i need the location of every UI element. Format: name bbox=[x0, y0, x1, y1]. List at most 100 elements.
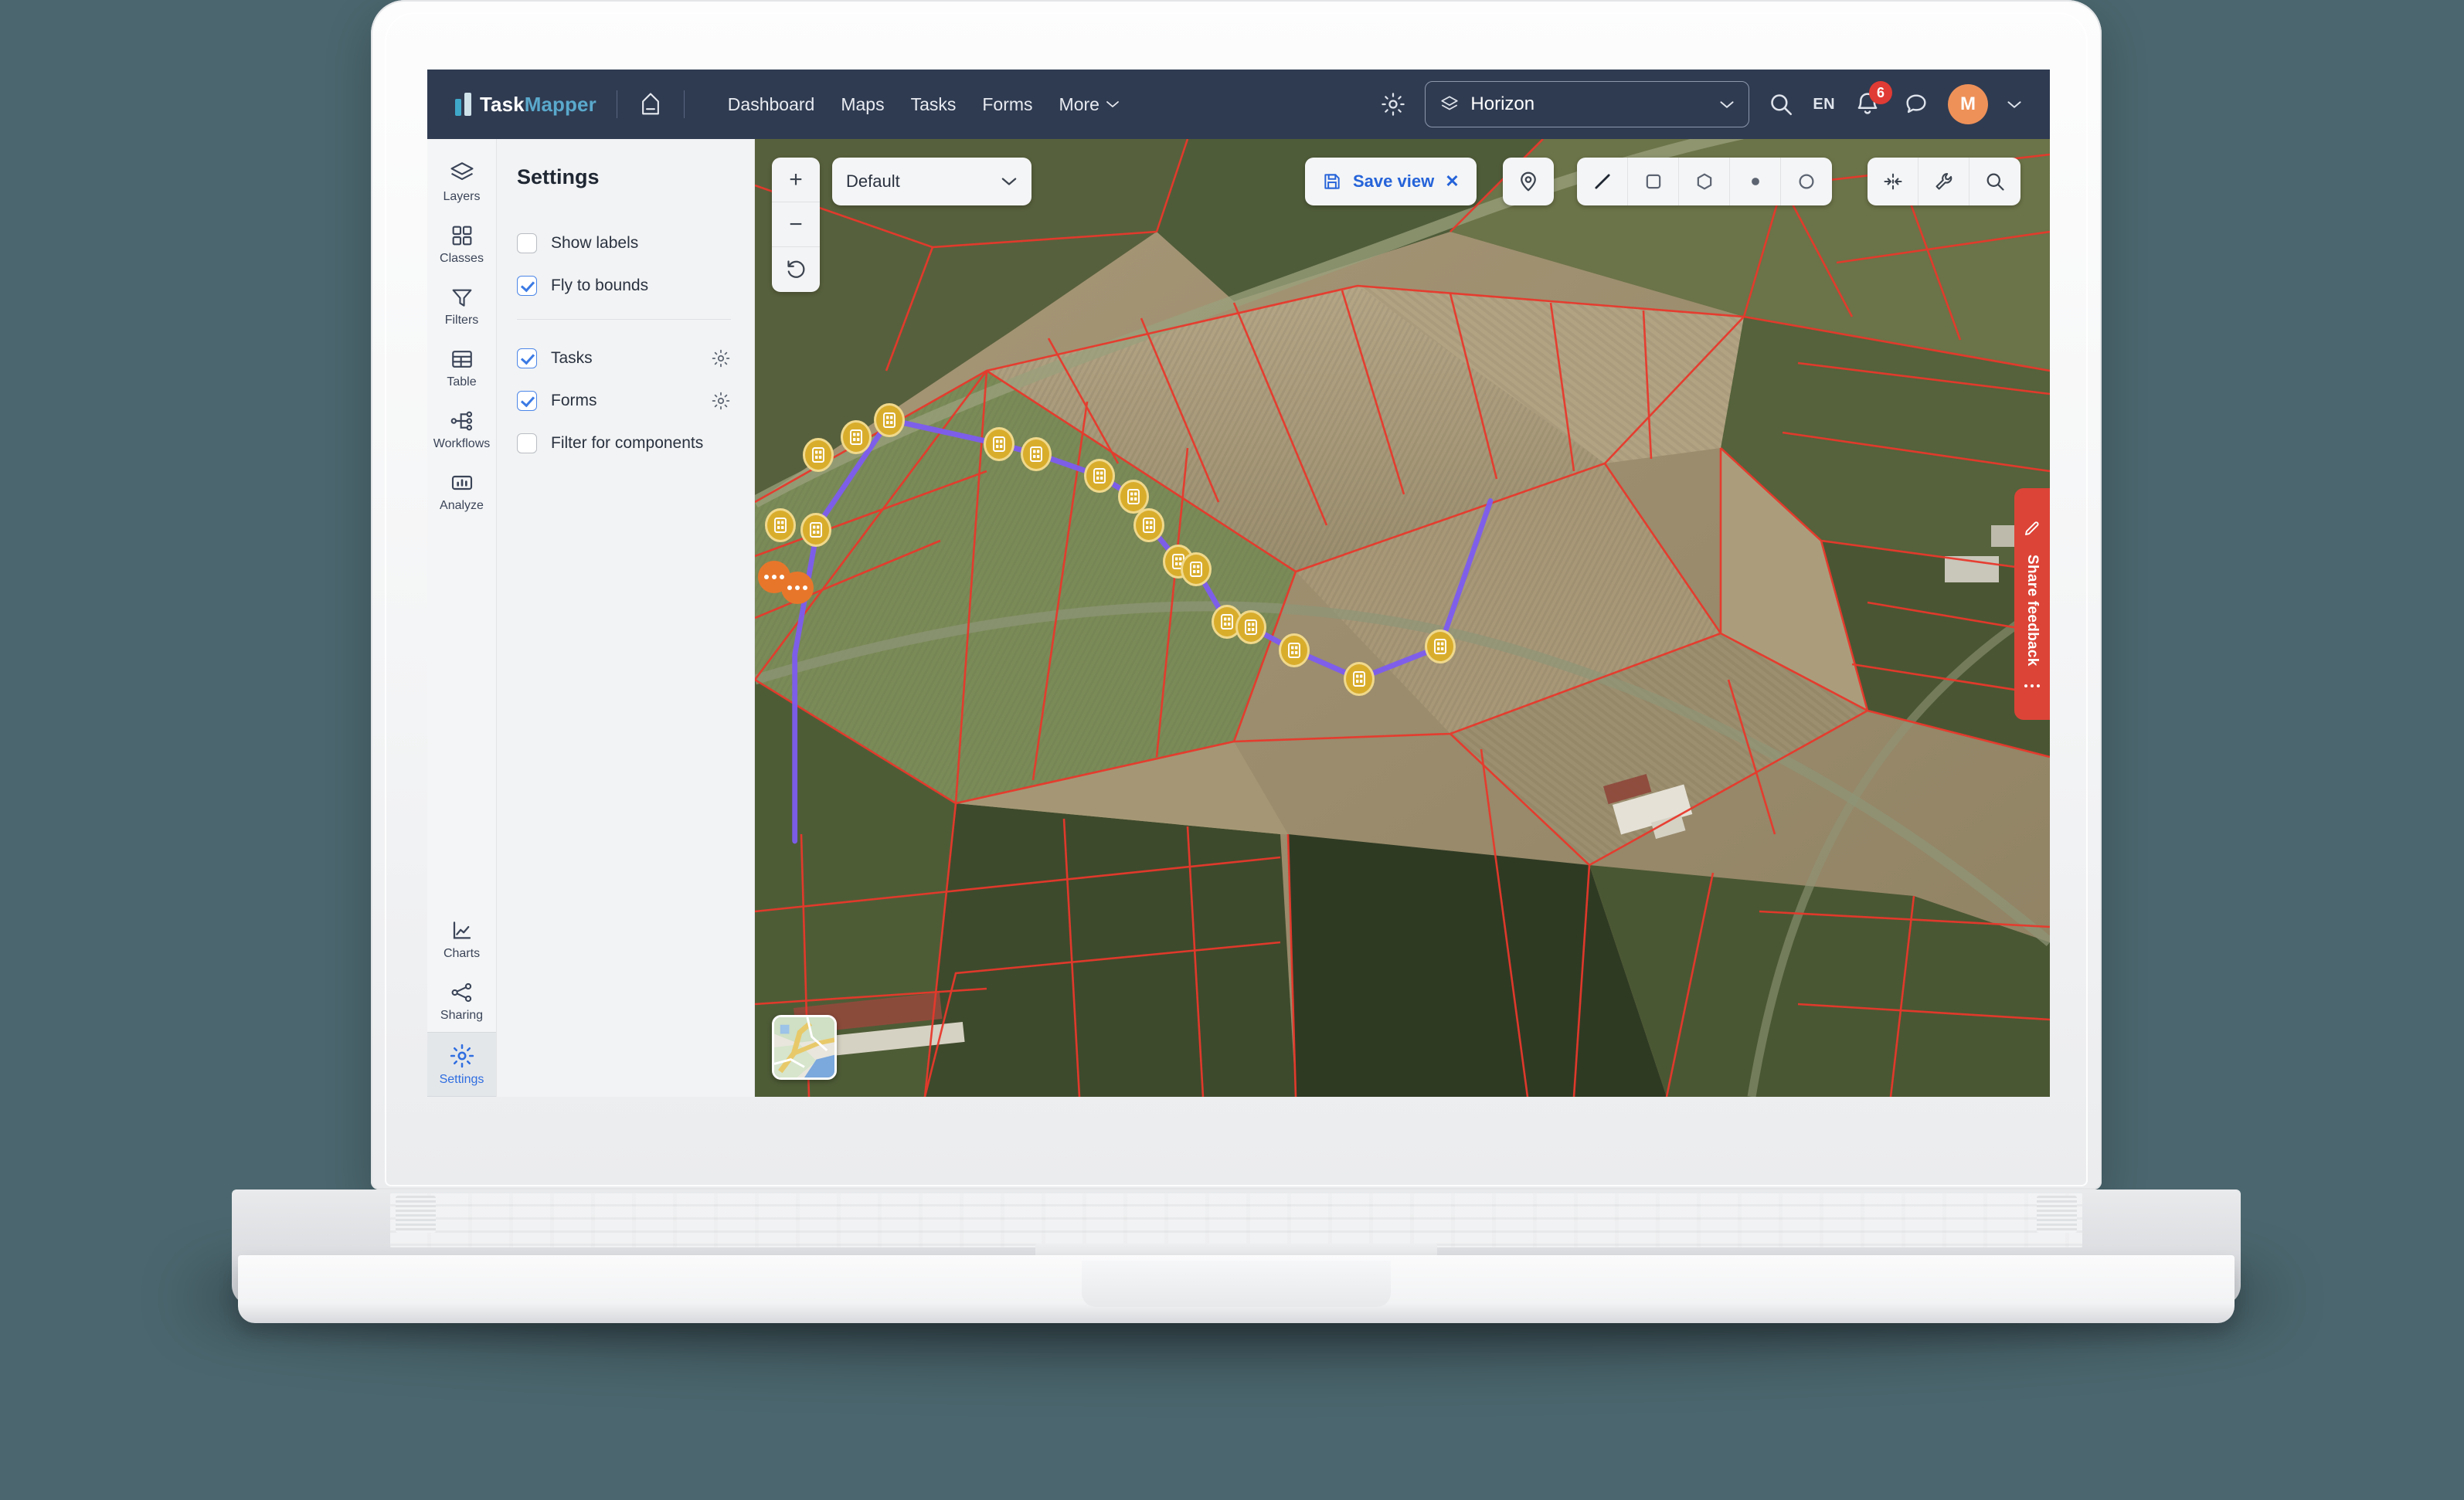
map-marker-form[interactable] bbox=[1133, 507, 1164, 542]
close-icon[interactable]: ✕ bbox=[1445, 171, 1459, 192]
map-marker-form[interactable] bbox=[1084, 458, 1116, 493]
table-icon bbox=[451, 351, 472, 368]
gear-icon[interactable] bbox=[711, 391, 731, 411]
view-preset-select[interactable]: Default bbox=[832, 158, 1031, 205]
setting-filter-for-components[interactable]: Filter for components bbox=[517, 422, 731, 464]
map-marker-form[interactable] bbox=[840, 420, 872, 455]
map-marker-form[interactable] bbox=[1424, 630, 1456, 664]
map-marker-form[interactable] bbox=[1021, 436, 1052, 471]
app-logo[interactable]: TaskMapper bbox=[455, 93, 596, 117]
checkbox[interactable] bbox=[517, 390, 537, 411]
checkbox[interactable] bbox=[517, 348, 537, 368]
checkbox[interactable] bbox=[517, 275, 537, 296]
nav-link-maps[interactable]: Maps bbox=[841, 94, 884, 115]
nav-link-dashboard[interactable]: Dashboard bbox=[728, 94, 815, 115]
circle-tool-icon[interactable] bbox=[1781, 158, 1832, 205]
nav-divider-2 bbox=[683, 90, 685, 118]
logo-text-primary: Task bbox=[480, 92, 525, 116]
map-marker-form[interactable] bbox=[1344, 661, 1375, 696]
setting-tasks[interactable]: Tasks bbox=[517, 337, 731, 379]
setting-forms[interactable]: Forms bbox=[517, 379, 731, 422]
search-icon[interactable] bbox=[1970, 158, 2020, 205]
map-canvas[interactable]: + − Default Save view ✕ Share feedback bbox=[755, 139, 2050, 1097]
setting-label: Filter for components bbox=[551, 433, 704, 452]
language-switcher[interactable]: EN bbox=[1813, 96, 1835, 114]
chevron-down-icon bbox=[1719, 100, 1735, 110]
pencil-icon bbox=[2023, 519, 2041, 538]
map-marker-form[interactable] bbox=[1278, 633, 1310, 667]
sidebar-item-charts[interactable]: Charts bbox=[427, 908, 496, 970]
nav-more-label: More bbox=[1059, 93, 1099, 114]
left-rail: Layers Classes Filters Table Workflows A… bbox=[427, 139, 497, 1097]
draw-tools-group bbox=[1577, 158, 1832, 205]
sidebar-item-filters[interactable]: Filters bbox=[427, 275, 496, 337]
sidebar-item-sharing[interactable]: Sharing bbox=[427, 970, 496, 1032]
nav-link-more[interactable]: More bbox=[1059, 94, 1120, 115]
gear-icon[interactable] bbox=[1380, 91, 1406, 117]
layers-icon bbox=[450, 162, 474, 180]
map-marker-form[interactable] bbox=[874, 402, 906, 437]
rectangle-tool-icon[interactable] bbox=[1628, 158, 1679, 205]
sidebar-item-layers[interactable]: Layers bbox=[427, 150, 496, 213]
nav-link-forms[interactable]: Forms bbox=[982, 94, 1032, 115]
setting-show-labels[interactable]: Show labels bbox=[517, 222, 731, 264]
logo-text-secondary: Mapper bbox=[524, 92, 596, 116]
sidebar-item-label: Layers bbox=[443, 190, 481, 203]
avatar[interactable]: M bbox=[1948, 84, 1988, 124]
point-tool-icon[interactable] bbox=[1730, 158, 1781, 205]
reset-rotate-icon[interactable] bbox=[772, 247, 820, 292]
logo-bars-icon bbox=[455, 93, 471, 116]
top-navbar: TaskMapper Dashboard Maps Tasks Forms Mo… bbox=[427, 70, 2050, 139]
sidebar-item-classes[interactable]: Classes bbox=[427, 213, 496, 275]
search-icon[interactable] bbox=[1768, 91, 1794, 117]
notifications-button[interactable]: 6 bbox=[1854, 81, 1892, 120]
zoom-out-button[interactable]: − bbox=[772, 202, 820, 247]
project-selector[interactable]: Horizon bbox=[1425, 81, 1750, 127]
laptop-keyboard-rows bbox=[390, 1193, 2082, 1247]
sidebar-item-settings[interactable]: Settings bbox=[427, 1032, 496, 1097]
polygon-tool-icon[interactable] bbox=[1679, 158, 1730, 205]
more-dots-icon bbox=[2024, 683, 2041, 689]
workflow-icon bbox=[450, 411, 472, 431]
nav-link-tasks[interactable]: Tasks bbox=[911, 94, 957, 115]
map-pin-icon[interactable] bbox=[1503, 158, 1554, 205]
basemap-switcher[interactable] bbox=[772, 1015, 837, 1080]
line-tool-icon[interactable] bbox=[1577, 158, 1628, 205]
zoom-in-button[interactable]: + bbox=[772, 158, 820, 202]
laptop-front-notch bbox=[1082, 1261, 1391, 1307]
sidebar-item-label: Workflows bbox=[433, 437, 491, 450]
home-icon[interactable] bbox=[637, 91, 664, 117]
save-view-button[interactable]: Save view ✕ bbox=[1305, 158, 1477, 205]
sidebar-item-workflows[interactable]: Workflows bbox=[427, 399, 496, 460]
app-screen: TaskMapper Dashboard Maps Tasks Forms Mo… bbox=[427, 70, 2050, 1097]
setting-fly-to-bounds[interactable]: Fly to bounds bbox=[517, 264, 731, 307]
map-marker-form[interactable] bbox=[1181, 551, 1212, 586]
avatar-chevron-down-icon[interactable] bbox=[2007, 100, 2022, 110]
wrench-icon[interactable] bbox=[1919, 158, 1970, 205]
map-marker-form[interactable] bbox=[764, 507, 796, 542]
rail-spacer bbox=[427, 522, 496, 908]
snap-tool-icon[interactable] bbox=[1868, 158, 1919, 205]
sidebar-item-label: Analyze bbox=[440, 499, 484, 512]
satellite-imagery bbox=[755, 139, 2050, 1097]
map-marker-form[interactable] bbox=[1235, 609, 1266, 644]
map-marker-form[interactable] bbox=[800, 512, 831, 547]
share-icon bbox=[451, 982, 471, 1003]
logo-text: TaskMapper bbox=[480, 93, 596, 117]
checkbox[interactable] bbox=[517, 232, 537, 253]
panel-divider bbox=[517, 319, 731, 320]
share-feedback-tab[interactable]: Share feedback bbox=[2014, 488, 2050, 720]
sidebar-item-table[interactable]: Table bbox=[427, 337, 496, 399]
sidebar-item-label: Settings bbox=[439, 1073, 484, 1086]
sidebar-item-analyze[interactable]: Analyze bbox=[427, 460, 496, 522]
map-marker-form[interactable] bbox=[802, 437, 834, 472]
app-body: Layers Classes Filters Table Workflows A… bbox=[427, 139, 2050, 1097]
save-disk-icon bbox=[1322, 171, 1342, 192]
sidebar-item-label: Charts bbox=[443, 947, 481, 960]
checkbox[interactable] bbox=[517, 433, 537, 453]
gear-icon[interactable] bbox=[711, 348, 731, 368]
chart-box-icon bbox=[451, 475, 472, 490]
chat-bubble-icon[interactable] bbox=[1903, 91, 1929, 117]
line-chart-icon bbox=[453, 921, 471, 939]
map-marker-form[interactable] bbox=[983, 426, 1014, 461]
